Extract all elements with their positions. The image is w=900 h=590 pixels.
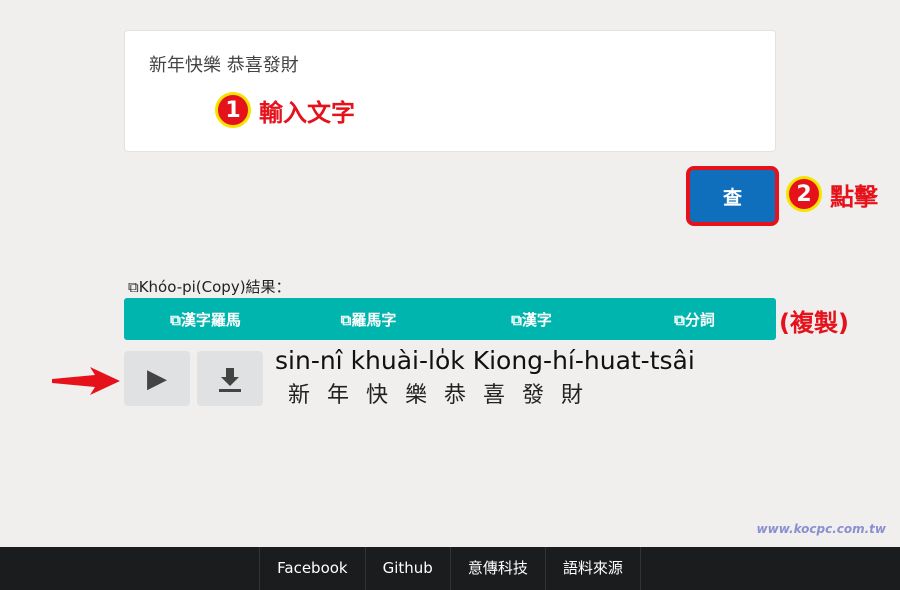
step-badge: 2: [786, 176, 822, 212]
step-badge: 1: [215, 92, 251, 128]
copy-label: ⧉Khóo-pi(Copy)結果：: [128, 276, 291, 297]
copy-segment-button[interactable]: ⧉分詞: [613, 309, 776, 330]
copy-icon: ⧉: [340, 310, 352, 329]
footer: Facebook Github 意傳科技 語料來源: [0, 547, 900, 590]
input-value: 新年快樂 恭喜發財: [149, 55, 299, 76]
button-label: 羅馬字: [351, 310, 397, 329]
red-arrow-icon: [52, 367, 120, 395]
button-label: 漢字: [521, 310, 552, 329]
copy-hanzi-roman-button[interactable]: ⧉漢字羅馬: [124, 309, 287, 330]
watermark: www.kocpc.com.tw: [756, 522, 886, 536]
text-input[interactable]: 新年快樂 恭喜發財: [124, 30, 776, 152]
annotation-text: 輸入文字: [259, 98, 355, 127]
play-icon: ▶: [147, 363, 167, 394]
romanization-text: sin-nî khuài-lo̍k Kiong-hí-huat-tsâi: [275, 346, 695, 375]
annotation-step2: 2 點擊: [786, 176, 878, 212]
annotation-step1: 1 輸入文字: [215, 92, 355, 128]
hanzi-text: 新年快樂恭喜發財: [288, 383, 601, 408]
copy-annotation: (複製): [779, 309, 849, 337]
footer-link-company[interactable]: 意傳科技: [449, 547, 545, 590]
copy-bar: ⧉漢字羅馬 ⧉羅馬字 ⧉漢字 ⧉分詞: [124, 298, 776, 340]
copy-label-text: Khóo-pi(Copy)結果：: [138, 278, 291, 296]
play-button[interactable]: ▶: [124, 351, 190, 406]
copy-roman-button[interactable]: ⧉羅馬字: [287, 309, 450, 330]
button-label: 分詞: [684, 310, 715, 329]
query-button[interactable]: 查: [686, 166, 779, 226]
copy-hanzi-button[interactable]: ⧉漢字: [450, 309, 613, 330]
copy-icon: ⧉: [128, 278, 139, 296]
footer-link-github[interactable]: Github: [364, 547, 450, 590]
copy-icon: ⧉: [674, 310, 685, 329]
footer-link-facebook[interactable]: Facebook: [259, 547, 364, 590]
button-label: 漢字羅馬: [180, 310, 241, 329]
download-button[interactable]: [197, 351, 263, 406]
copy-icon: ⧉: [511, 310, 522, 329]
copy-icon: ⧉: [170, 310, 181, 329]
footer-link-sources[interactable]: 語料來源: [544, 547, 641, 590]
annotation-text: 點擊: [830, 182, 878, 211]
download-icon: [219, 367, 241, 392]
